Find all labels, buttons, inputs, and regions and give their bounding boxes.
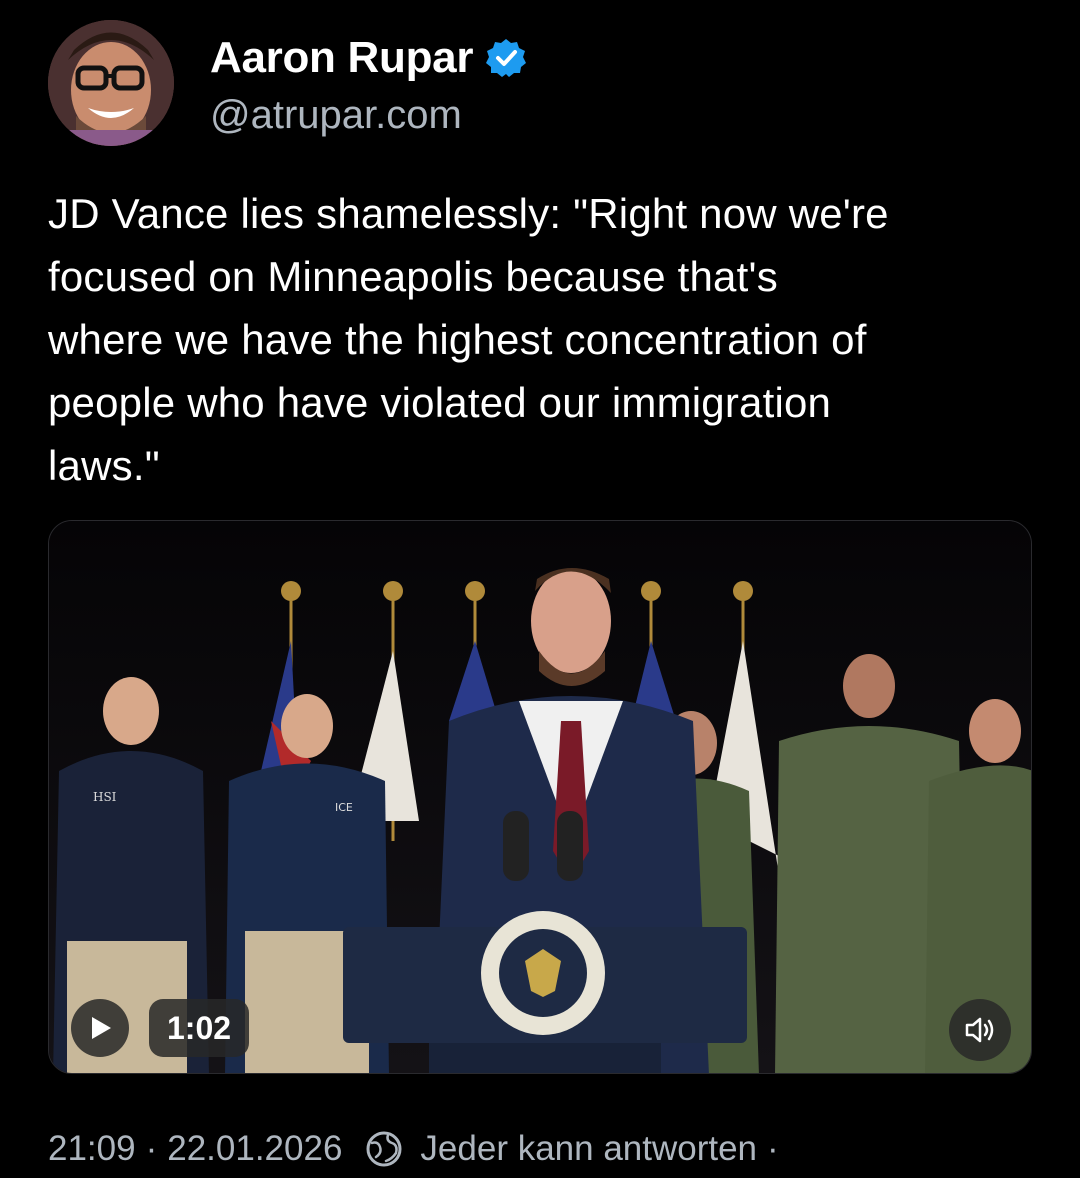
- video-thumbnail: HSI ICE: [49, 521, 1031, 1073]
- author-name-row[interactable]: Aaron Rupar: [210, 30, 527, 86]
- meta-trailing-separator: ·: [767, 1129, 779, 1168]
- author-display-name[interactable]: Aaron Rupar: [210, 30, 473, 86]
- play-button[interactable]: [71, 999, 129, 1057]
- post-time[interactable]: 21:09: [48, 1129, 136, 1169]
- post-text: JD Vance lies shamelessly: "Right now we…: [48, 190, 889, 489]
- reply-setting[interactable]: Jeder kann antworten: [420, 1129, 757, 1169]
- meta-separator: ·: [145, 1129, 158, 1168]
- hsi-badge-text: HSI: [93, 790, 117, 804]
- play-icon: [92, 1017, 111, 1039]
- author-handle[interactable]: @atrupar.com: [210, 90, 462, 140]
- post-date[interactable]: 22.01.2026: [167, 1129, 342, 1169]
- speaker-icon: [965, 1017, 994, 1043]
- mute-button[interactable]: [949, 999, 1011, 1061]
- video-player[interactable]: HSI ICE 1:02: [48, 520, 1032, 1074]
- ice-badge-text: ICE: [335, 801, 353, 814]
- avatar[interactable]: [48, 20, 174, 146]
- globe-icon: [364, 1129, 404, 1169]
- verified-badge-icon: [485, 37, 527, 79]
- post-meta: 21:09 · 22.01.2026 Jeder kann antworten …: [48, 1124, 789, 1174]
- video-duration: 1:02: [149, 999, 250, 1057]
